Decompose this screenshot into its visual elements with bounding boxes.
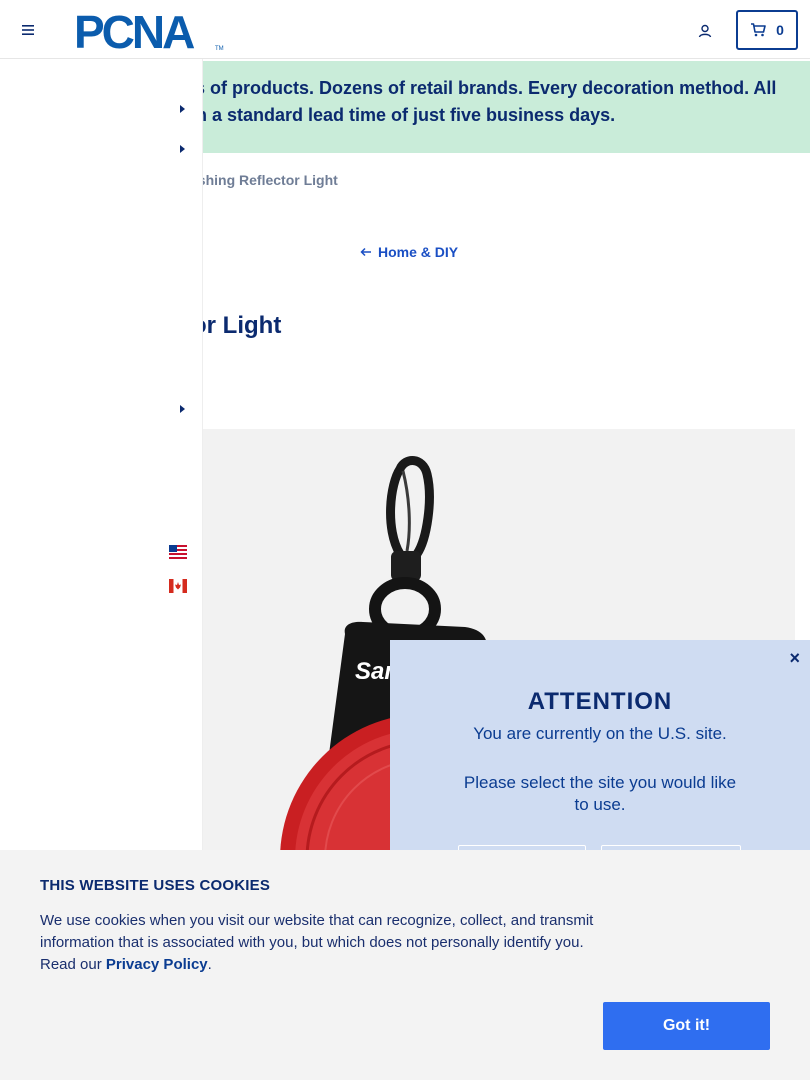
- svg-text:TM: TM: [215, 46, 224, 52]
- product-title: or Light: [192, 312, 282, 339]
- modal-prompt: Please select the site you would like to…: [463, 773, 737, 814]
- close-icon[interactable]: ×: [789, 648, 800, 669]
- user-icon: [698, 24, 712, 38]
- hamburger-icon: [22, 25, 34, 35]
- caret-right-icon[interactable]: [176, 143, 188, 155]
- cookie-banner: THIS WEBSITE USES COOKIES We use cookies…: [0, 850, 810, 1080]
- arrow-left-icon: [360, 247, 371, 257]
- cookie-period: .: [207, 956, 212, 973]
- caret-right-icon[interactable]: [176, 103, 188, 115]
- modal-title: ATTENTION: [527, 688, 673, 715]
- privacy-policy-link[interactable]: Privacy Policy: [106, 956, 208, 973]
- breadcrumb[interactable]: ashing Reflector Light: [190, 172, 338, 188]
- cookie-title: THIS WEBSITE USES COOKIES: [40, 877, 271, 894]
- account-button[interactable]: [692, 18, 718, 44]
- pcna-logo[interactable]: PCNA TM: [74, 6, 224, 58]
- hamburger-menu-button[interactable]: [16, 18, 40, 42]
- caret-right-icon[interactable]: [176, 403, 188, 415]
- cart-button[interactable]: 0: [736, 10, 798, 50]
- canada-flag-icon[interactable]: [169, 579, 187, 593]
- back-to-category-link[interactable]: Home & DIY: [360, 244, 458, 260]
- modal-message: You are currently on the U.S. site.: [473, 724, 727, 743]
- logo-text: PCNA: [74, 8, 194, 52]
- banner-line-2: th a standard lead time of just five bus…: [190, 105, 616, 125]
- cookie-text: We use cookies when you visit our websit…: [40, 910, 610, 976]
- banner-line-1: ls of products. Dozens of retail brands.…: [190, 78, 777, 98]
- back-link-label: Home & DIY: [378, 244, 459, 260]
- us-flag-icon[interactable]: [169, 545, 187, 559]
- cart-count: 0: [776, 22, 784, 38]
- pcna-logo-graphic: PCNA TM: [74, 6, 224, 58]
- accept-cookies-button[interactable]: Got it!: [603, 1002, 770, 1050]
- nav-drawer: [0, 59, 202, 859]
- cart-icon: [751, 23, 766, 37]
- site-select-modal: × ATTENTION You are currently on the U.S…: [390, 640, 810, 865]
- site-header: PCNA TM 0: [0, 0, 810, 59]
